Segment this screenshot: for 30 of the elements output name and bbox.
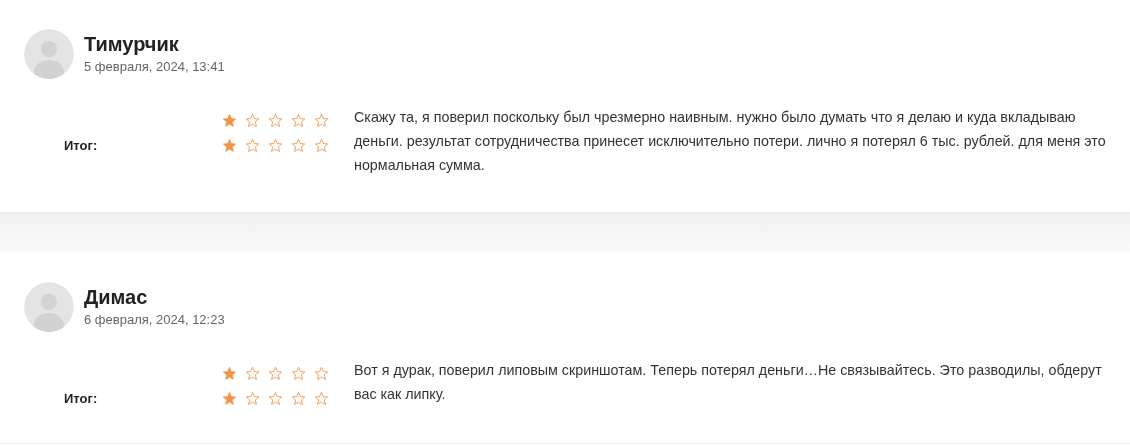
- empty-star-icon: [291, 137, 306, 153]
- empty-star-icon: [268, 390, 283, 406]
- empty-star-icon: [245, 390, 260, 406]
- empty-star-icon: [291, 112, 306, 128]
- empty-star-icon: [314, 390, 329, 406]
- empty-star-icon: [314, 365, 329, 381]
- filled-star-icon: [222, 365, 237, 381]
- filled-star-icon: [222, 112, 237, 128]
- empty-star-icon: [245, 112, 260, 128]
- empty-star-icon: [314, 137, 329, 153]
- empty-star-icon: [245, 365, 260, 381]
- review-text: Вот я дурак, поверил липовым скриншотам. Теперь потерял деньги…Не связывайтесь. Это разводилы, обдерут вас как липку.: [354, 361, 1103, 404]
- reviewer-name: Тимурчик: [84, 32, 180, 57]
- rating-label: Итог:: [64, 138, 98, 153]
- empty-star-icon: [268, 112, 283, 128]
- review-date: 6 февраля, 2024, 12:23: [84, 311, 225, 329]
- empty-star-icon: [291, 365, 306, 381]
- rating-label: Итог:: [64, 391, 98, 406]
- review-text: Скажу та, я поверил поскольку был чрезмерно наивным. нужно было думать что я делаю и куда вкладываю деньги. результат сотрудничества принесет исключительно потери. лично я потерял 6 тыс. рублей. для меня это нормальная сумма.: [354, 108, 1106, 175]
- empty-star-icon: [245, 137, 260, 153]
- empty-star-icon: [314, 112, 329, 128]
- empty-star-icon: [268, 365, 283, 381]
- review-date: 5 февраля, 2024, 13:41: [84, 58, 225, 76]
- reviewer-name: Димас: [84, 285, 149, 310]
- empty-star-icon: [268, 137, 283, 153]
- empty-star-icon: [291, 390, 306, 406]
- filled-star-icon: [222, 137, 237, 153]
- filled-star-icon: [222, 390, 237, 406]
- avatar-icon: [24, 282, 74, 332]
- avatar-icon: [24, 29, 74, 79]
